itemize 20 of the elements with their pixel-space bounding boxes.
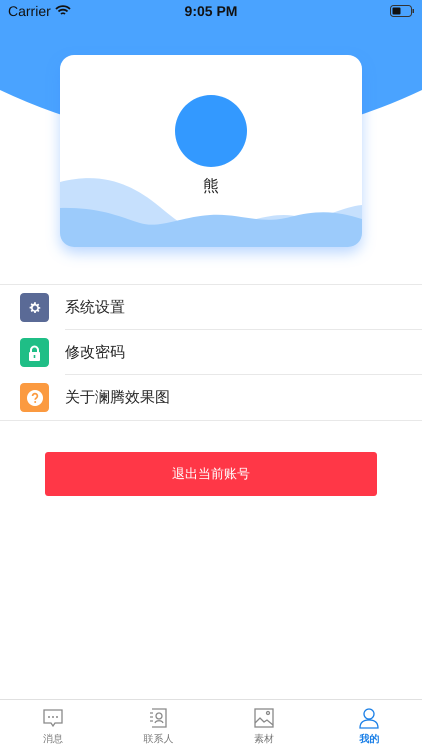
image-icon [252,707,275,729]
time-label: 9:05 PM [184,3,238,19]
user-name: 熊 [203,176,219,197]
carrier-label: Carrier [8,3,51,19]
help-icon [26,390,42,406]
menu-item[interactable]: 系统设置 [65,298,125,316]
tab[interactable]: 素材 [211,700,316,750]
wifi-icon [54,5,71,17]
logout-button[interactable]: 退出当前账号 [45,452,377,496]
menu-item[interactable]: 修改密码 [65,342,125,362]
tab[interactable]: 我的 [316,700,422,750]
settings-icon [28,300,42,314]
tab[interactable]: 联系人 [106,700,211,750]
chat-icon [42,707,64,729]
lock-icon [28,344,41,360]
contacts-icon [147,707,170,729]
person-icon [358,707,380,729]
battery-icon [390,5,414,17]
menu-item[interactable]: 关于澜腾效果图 [65,388,170,407]
tab[interactable]: 消息 [0,700,106,750]
